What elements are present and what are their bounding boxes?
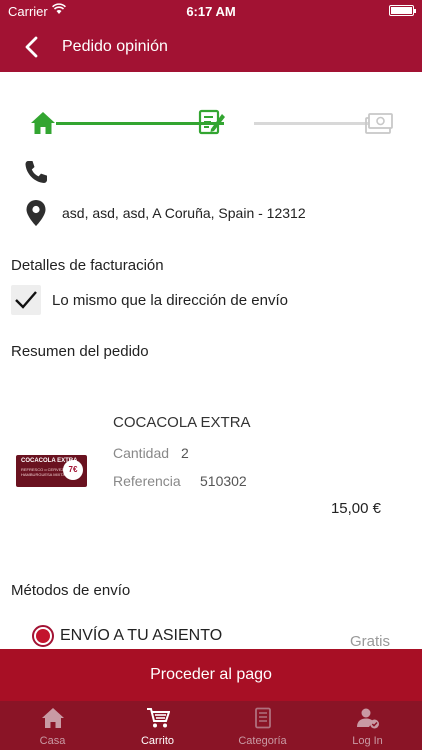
shipping-address: asd, asd, asd, A Coruña, Spain - 12312 (62, 205, 306, 221)
reference-value: 510302 (200, 473, 247, 489)
tab-login[interactable]: Log In (315, 701, 420, 750)
progress-line-pending (254, 122, 372, 125)
home-icon (42, 708, 64, 728)
tab-home[interactable]: Casa (0, 701, 105, 750)
shipping-option-radio[interactable] (32, 625, 54, 647)
phone-icon (25, 161, 47, 183)
quantity-value: 2 (181, 445, 189, 461)
shipping-option-price: Gratis (349, 633, 390, 650)
same-address-label[interactable]: Lo mismo que la dirección de envío (52, 292, 288, 309)
order-summary-heading: Resumen del pedido (11, 343, 149, 360)
page-title: Pedido opinión (62, 38, 168, 55)
quantity-label: Cantidad (113, 445, 170, 461)
header: Carrier 6:17 AM Pedido opinión (0, 0, 422, 72)
tab-home-label: Casa (39, 735, 66, 747)
billing-heading: Detalles de facturación (11, 257, 164, 274)
tab-login-label: Log In (352, 735, 383, 747)
same-address-checkbox[interactable] (11, 285, 41, 315)
location-pin-icon (26, 200, 46, 226)
home-step-icon (31, 112, 55, 134)
shipping-methods-heading: Métodos de envío (11, 582, 131, 599)
user-icon (357, 708, 379, 729)
tab-category[interactable]: Categoría (210, 701, 315, 750)
checkmark-icon (15, 291, 37, 309)
tab-cart[interactable]: Carrito (105, 701, 210, 750)
edit-step-icon (198, 109, 225, 135)
product-image: COCACOLA EXTRA REFRESCO o CERVEZA · HAMB… (16, 455, 87, 487)
cart-icon (147, 708, 170, 728)
product-name: COCACOLA EXTRA (113, 414, 251, 431)
reference-row: Referencia 510302 (113, 473, 247, 489)
product-image-price-badge: 7€ (63, 460, 83, 480)
list-icon (255, 707, 271, 729)
nav-bar: Pedido opinión (0, 22, 422, 72)
back-arrow-icon[interactable] (22, 35, 42, 59)
checkout-progress (30, 108, 393, 138)
tab-bar: Casa Carrito Categoría Log In (0, 701, 422, 750)
item-price: 15,00 € (330, 500, 381, 517)
status-bar: Carrier 6:17 AM (0, 0, 422, 22)
clock: 6:17 AM (186, 4, 236, 19)
tab-category-label: Categoría (238, 735, 287, 747)
battery-icon (389, 5, 416, 16)
quantity-row: Cantidad 2 (113, 445, 189, 461)
tab-cart-label: Carrito (140, 735, 174, 747)
payment-step-icon (365, 113, 393, 134)
proceed-to-payment-button[interactable]: Proceder al pago (0, 649, 422, 701)
shipping-option-label[interactable]: ENVÍO A TU ASIENTO (60, 627, 222, 645)
reference-label: Referencia (113, 473, 181, 489)
